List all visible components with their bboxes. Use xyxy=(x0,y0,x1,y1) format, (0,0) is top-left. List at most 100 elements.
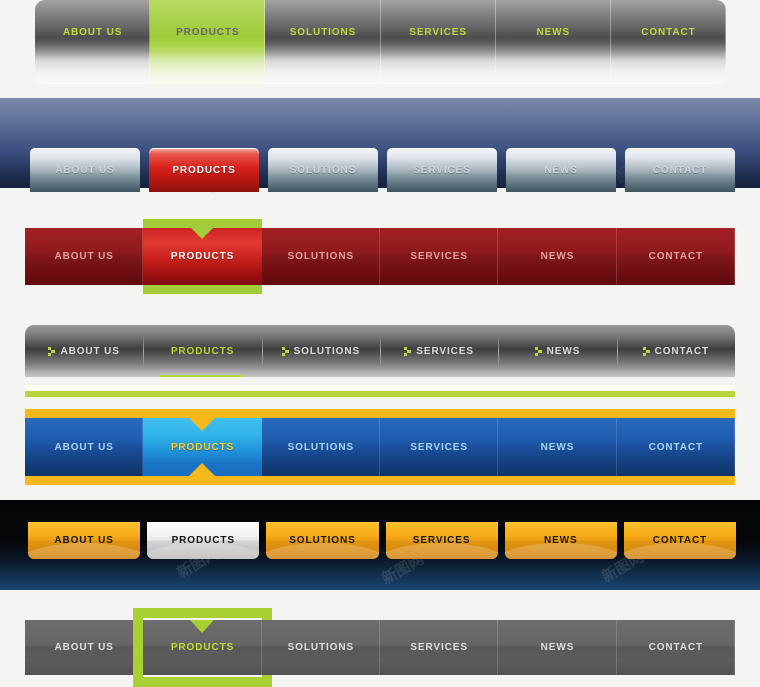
grey-arrow-bullet-nav: ABOUT US PRODUCTS SOLUTIONS SERVICES NEW… xyxy=(25,325,735,397)
nav-item-news[interactable]: NEWS xyxy=(504,522,617,559)
nav-item-label: PRODUCTS xyxy=(172,164,236,176)
nav-item-news[interactable]: NEWS xyxy=(495,0,611,84)
nav-item-services[interactable]: SERVICES xyxy=(385,522,498,559)
nav-item-contact[interactable]: CONTACT xyxy=(616,418,735,476)
nav-item-label: SERVICES xyxy=(413,164,471,176)
nav-item-solutions[interactable]: SOLUTIONS xyxy=(261,228,380,285)
nav-item-about-us[interactable]: ABOUT US xyxy=(35,0,151,84)
nav-item-news[interactable]: NEWS xyxy=(498,418,617,476)
nav-item-solutions[interactable]: SOLUTIONS xyxy=(265,0,381,84)
nav-item-news[interactable]: NEWS xyxy=(506,148,616,192)
nav-item-news[interactable]: NEWS xyxy=(498,620,617,675)
nav-item-about-us[interactable]: ABOUT US xyxy=(25,228,144,285)
nav-item-label: SOLUTIONS xyxy=(289,164,357,176)
nav-item-label: NEWS xyxy=(536,27,571,38)
nav-item-label: SOLUTIONS xyxy=(287,251,355,262)
active-dropdown-tab xyxy=(160,375,245,377)
active-accent-top xyxy=(143,219,262,228)
green-underline xyxy=(25,391,735,397)
green-arrow-bullet-icon xyxy=(48,346,56,356)
nav-item-label: SERVICES xyxy=(410,251,468,262)
green-arrow-bullet-icon xyxy=(534,346,542,356)
nav-item-contact[interactable]: CONTACT xyxy=(623,522,737,559)
nav-row: ABOUT US PRODUCTS SOLUTIONS SERVICES NEW… xyxy=(25,418,735,476)
nav-item-contact[interactable]: CONTACT xyxy=(616,228,735,285)
nav-item-label: NEWS xyxy=(540,441,575,453)
nav-item-label: SOLUTIONS xyxy=(289,27,357,38)
green-arrow-bullet-icon xyxy=(281,346,289,356)
nav-item-services[interactable]: SERVICES xyxy=(379,418,499,476)
nav-item-contact[interactable]: CONTACT xyxy=(616,620,735,675)
nav-item-label: ABOUT US xyxy=(54,441,114,453)
active-notch-icon xyxy=(191,228,214,239)
nav-item-label: SERVICES xyxy=(409,27,467,38)
nav-item-label: SERVICES xyxy=(412,535,471,546)
nav-item-label: CONTACT xyxy=(648,642,704,653)
nav-item-label: NEWS xyxy=(544,164,578,176)
nav-item-label: PRODUCTS xyxy=(170,441,235,453)
nav-row: ABOUT US PRODUCTS SOLUTIONS SERVICES NEW… xyxy=(30,148,735,192)
nav-item-label: SOLUTIONS xyxy=(293,345,361,357)
nav-item-services[interactable]: SERVICES xyxy=(379,620,499,675)
nav-item-label: NEWS xyxy=(546,345,581,357)
nav-item-contact[interactable]: CONTACT xyxy=(625,148,735,192)
nav-item-solutions[interactable]: SOLUTIONS xyxy=(261,418,380,476)
nav-item-contact[interactable]: CONTACT xyxy=(616,325,735,377)
nav-item-label: ABOUT US xyxy=(62,27,123,38)
nav-item-products[interactable]: PRODUCTS xyxy=(147,522,260,559)
green-arrow-bullet-icon xyxy=(642,346,650,356)
grey-glossy-reflection-nav: ABOUT US PRODUCTS SOLUTIONS SERVICES NEW… xyxy=(35,0,726,84)
nav-item-solutions[interactable]: SOLUTIONS xyxy=(268,148,378,192)
nav-item-label: CONTACT xyxy=(648,251,704,262)
nav-item-about-us[interactable]: ABOUT US xyxy=(25,325,143,377)
nav-item-label: CONTACT xyxy=(648,441,704,453)
nav-item-services[interactable]: SERVICES xyxy=(379,325,498,377)
nav-item-label: ABOUT US xyxy=(54,535,114,546)
nav-item-products[interactable]: PRODUCTS xyxy=(143,219,262,294)
nav-item-solutions[interactable]: SOLUTIONS xyxy=(261,620,380,675)
grey-green-frame-nav: ABOUT US PRODUCTS SOLUTIONS SERVICES NEW… xyxy=(25,608,735,687)
nav-item-label: ABOUT US xyxy=(54,251,114,262)
nav-item-products[interactable]: PRODUCTS xyxy=(150,0,266,84)
nav-item-label: CONTACT xyxy=(654,345,710,357)
nav-item-products[interactable]: PRODUCTS xyxy=(149,148,259,192)
blue-gold-rail-nav: ABOUT US PRODUCTS SOLUTIONS SERVICES NEW… xyxy=(25,409,735,485)
active-notch-bottom-icon xyxy=(189,463,216,476)
blue-panel-silver-buttons-nav: 新图网 新图网 新图网 ABOUT US PRODUCTS SOLUTIONS … xyxy=(0,98,760,198)
nav-item-label: SERVICES xyxy=(416,345,474,357)
nav-item-label: CONTACT xyxy=(641,27,696,38)
nav-item-contact[interactable]: CONTACT xyxy=(610,0,726,84)
nav-item-about-us[interactable]: ABOUT US xyxy=(28,522,141,559)
nav-item-news[interactable]: NEWS xyxy=(498,228,617,285)
nav-item-solutions[interactable]: SOLUTIONS xyxy=(261,325,380,377)
nav-item-about-us[interactable]: ABOUT US xyxy=(30,148,140,192)
navigation-bar-collection: ABOUT US PRODUCTS SOLUTIONS SERVICES NEW… xyxy=(0,0,760,687)
nav-row: ABOUT US PRODUCTS SOLUTIONS SERVICES NEW… xyxy=(25,219,735,294)
active-notch-top-icon xyxy=(189,418,216,431)
nav-item-services[interactable]: SERVICES xyxy=(379,228,499,285)
nav-row: ABOUT US PRODUCTS SOLUTIONS SERVICES NEW… xyxy=(25,608,735,687)
nav-item-label: PRODUCTS xyxy=(170,345,235,357)
nav-item-label: SOLUTIONS xyxy=(287,441,355,453)
nav-item-label: SERVICES xyxy=(410,642,468,653)
nav-item-solutions[interactable]: SOLUTIONS xyxy=(266,522,379,559)
nav-item-label: NEWS xyxy=(540,642,575,653)
nav-row: ABOUT US PRODUCTS SOLUTIONS SERVICES NEW… xyxy=(25,325,735,377)
nav-item-about-us[interactable]: ABOUT US xyxy=(25,418,144,476)
nav-item-label: PRODUCTS xyxy=(170,251,235,262)
nav-item-label: SERVICES xyxy=(410,441,468,453)
nav-item-services[interactable]: SERVICES xyxy=(380,0,496,84)
nav-item-label: SOLUTIONS xyxy=(289,535,356,546)
nav-item-news[interactable]: NEWS xyxy=(498,325,616,377)
nav-item-label: ABOUT US xyxy=(54,642,114,653)
nav-item-label: NEWS xyxy=(540,251,575,262)
nav-item-label: CONTACT xyxy=(652,535,708,546)
nav-item-label: CONTACT xyxy=(652,164,708,176)
nav-item-products[interactable]: PRODUCTS xyxy=(143,418,262,476)
nav-item-label: PRODUCTS xyxy=(171,535,235,546)
nav-item-label: NEWS xyxy=(543,535,578,546)
nav-item-products[interactable]: PRODUCTS xyxy=(143,325,261,377)
nav-item-products[interactable]: PRODUCTS xyxy=(133,608,272,687)
nav-item-services[interactable]: SERVICES xyxy=(387,148,497,192)
nav-item-about-us[interactable]: ABOUT US xyxy=(25,620,144,675)
